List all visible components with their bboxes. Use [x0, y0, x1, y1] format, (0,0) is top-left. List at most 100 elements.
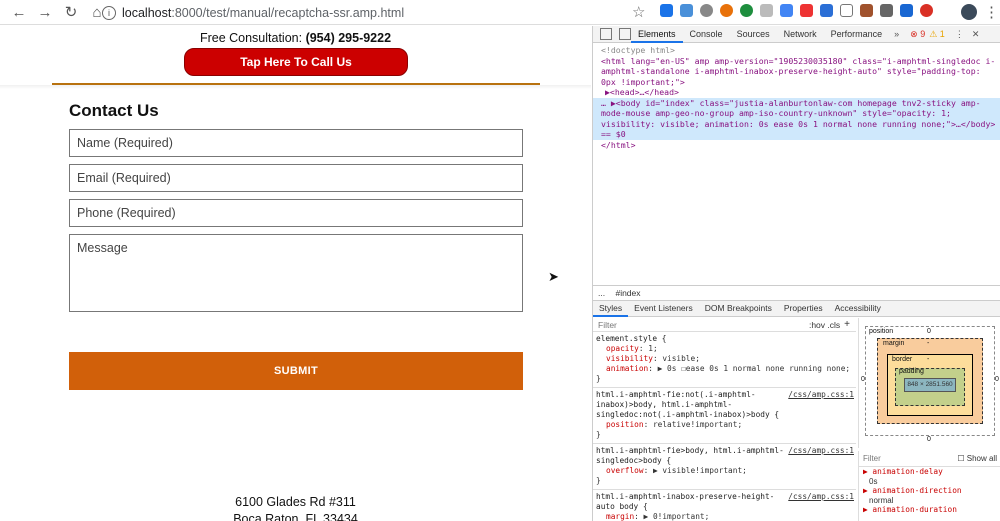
warning-count-value: 1	[939, 28, 945, 39]
computed-filter[interactable]: Filter ☐ Show all	[859, 451, 1000, 467]
extension-icon[interactable]	[920, 4, 933, 17]
extension-icon[interactable]	[700, 4, 713, 17]
style-rule[interactable]: /css/amp.css:1 html.i-amphtml-fie>body, h…	[593, 444, 856, 490]
back-arrow-icon[interactable]: ←	[8, 1, 30, 23]
rule-source-link[interactable]: /css/amp.css:1	[788, 446, 854, 456]
style-rule[interactable]: /css/amp.css:1 html.i-amphtml-fie:not(.i-…	[593, 388, 856, 444]
computed-filter-placeholder: Filter	[863, 454, 881, 463]
consultation-phone[interactable]: (954) 295-9222	[306, 31, 391, 45]
rule-property[interactable]: margin: ▶ 0!important;	[596, 512, 853, 521]
hov-cls-toggle[interactable]: :hov .cls	[809, 320, 840, 330]
box-margin-label: margin	[883, 340, 905, 347]
dom-html-close[interactable]: </html>	[593, 140, 1000, 151]
style-rule[interactable]: element.style {opacity: 1; visibility: vi…	[593, 332, 856, 388]
styles-filter-placeholder: Filter	[598, 319, 617, 330]
extension-icon[interactable]	[680, 4, 693, 17]
info-icon[interactable]: i	[102, 5, 116, 20]
show-all-checkbox[interactable]: ☐ Show all	[957, 451, 997, 467]
device-toggle-icon[interactable]	[619, 28, 631, 40]
extension-icon[interactable]	[820, 4, 833, 17]
inspect-icon[interactable]	[600, 28, 612, 40]
style-rule[interactable]: /css/amp.css:1 html.i-amphtml-inabox-pres…	[593, 490, 856, 521]
rule-close: }	[596, 476, 601, 485]
extension-icon[interactable]	[740, 4, 753, 17]
tab-styles[interactable]: Styles	[593, 300, 629, 317]
extension-icon[interactable]	[780, 4, 793, 17]
show-all-label: Show all	[966, 454, 997, 463]
rule-property[interactable]: animation: ▶ 0s ☐ease 0s 1 normal none r…	[596, 364, 853, 374]
address-line-2: Boca Raton, FL 33434	[233, 512, 358, 521]
tab-sources[interactable]: Sources	[730, 26, 777, 43]
extension-icon[interactable]	[760, 4, 773, 17]
error-count-value: 9	[920, 28, 926, 39]
tab-dom-breakpoints[interactable]: DOM Breakpoints	[699, 300, 778, 317]
browser-menu-icon[interactable]: ⋮	[984, 3, 999, 21]
computed-property[interactable]: ▶ animation-delay	[859, 467, 1000, 477]
address-bar[interactable]: i localhost:8000/test/manual/recaptcha-s…	[102, 3, 658, 22]
browser-toolbar: ← → ↻ ⌂ i localhost:8000/test/manual/rec…	[0, 0, 1000, 25]
extension-icon[interactable]	[720, 4, 733, 17]
box-border-label: border	[892, 356, 913, 363]
close-icon[interactable]: ✕	[972, 29, 980, 40]
profile-avatar[interactable]	[961, 4, 977, 20]
rule-source-link[interactable]: /css/amp.css:1	[788, 390, 854, 400]
box-border-top: -	[927, 356, 930, 363]
tab-event-listeners[interactable]: Event Listeners	[628, 300, 699, 317]
message-field[interactable]: Message	[69, 234, 523, 312]
consultation-line: Free Consultation: (954) 295-9222	[0, 31, 591, 45]
box-content[interactable]: 848 × 2851.560	[904, 378, 956, 392]
name-field[interactable]: Name (Required)	[69, 129, 523, 157]
rule-close: }	[596, 430, 601, 439]
dom-body-selected[interactable]: … ▶<body id="index" class="justia-alanbu…	[593, 97, 1000, 140]
warning-count[interactable]: ⚠ 1	[929, 29, 945, 40]
box-position-label: position	[869, 328, 894, 335]
tab-properties[interactable]: Properties	[778, 300, 829, 317]
styles-filter[interactable]: Filter :hov .cls +	[593, 318, 856, 332]
forward-arrow-icon[interactable]: →	[34, 1, 56, 23]
bookmark-star-icon[interactable]: ☆	[632, 3, 645, 21]
contact-title: Contact Us	[69, 101, 159, 120]
rule-property[interactable]: opacity: 1;	[596, 344, 853, 354]
computed-list: ▶ animation-delay 0s ▶ animation-direction…	[859, 467, 1000, 515]
tab-console[interactable]: Console	[683, 26, 730, 43]
extension-icon[interactable]	[660, 4, 673, 17]
phone-field[interactable]: Phone (Required)	[69, 199, 523, 227]
tab-network[interactable]: Network	[777, 26, 824, 43]
tab-elements[interactable]: Elements	[631, 26, 683, 43]
reload-icon[interactable]: ↻	[60, 1, 82, 23]
tab-performance[interactable]: Performance	[824, 26, 890, 43]
more-tabs-icon[interactable]: »	[889, 29, 904, 39]
submit-button[interactable]: SUBMIT	[69, 352, 523, 390]
devtools-tabbar: Elements Console Sources Network Perform…	[593, 26, 1000, 43]
call-button[interactable]: Tap Here To Call Us	[184, 48, 408, 76]
computed-pane: Filter ☐ Show all ▶ animation-delay 0s ▶ a…	[858, 451, 1000, 521]
error-count[interactable]: ⊗ 9	[910, 29, 925, 40]
extension-icon[interactable]	[860, 4, 873, 17]
new-rule-icon[interactable]: +	[844, 319, 850, 330]
breadcrumb-index[interactable]: #index	[615, 288, 640, 298]
rule-selector: element.style {	[596, 334, 667, 343]
extension-icon[interactable]	[900, 4, 913, 17]
extension-icon[interactable]	[880, 4, 893, 17]
devtools-menu-icon[interactable]: ⋮	[955, 29, 964, 40]
devtools-panel: Elements Console Sources Network Perform…	[592, 26, 1000, 521]
computed-property[interactable]: ▶ animation-direction	[859, 486, 1000, 496]
rule-property[interactable]: overflow: ▶ visible!important;	[596, 466, 853, 476]
url-path: :8000/test/manual/recaptcha-ssr.amp.html	[171, 5, 405, 20]
dom-head[interactable]: ▶<head>…</head>	[593, 87, 1000, 98]
extension-icon[interactable]	[800, 4, 813, 17]
rule-close: }	[596, 374, 601, 383]
email-field[interactable]: Email (Required)	[69, 164, 523, 192]
computed-property[interactable]: ▶ animation-duration	[859, 505, 1000, 515]
tab-accessibility[interactable]: Accessibility	[829, 300, 887, 317]
box-model: position 0 margin - border - padding 848…	[858, 318, 1000, 448]
extension-icon[interactable]	[840, 4, 853, 17]
dom-doctype[interactable]: <!doctype html>	[593, 45, 1000, 56]
computed-value: normal	[869, 496, 894, 505]
dom-html-open[interactable]: <html lang="en-US" amp amp-version="1905…	[593, 56, 1000, 88]
rule-property[interactable]: visibility: visible;	[596, 354, 853, 364]
box-position-right: 0	[995, 376, 999, 383]
breadcrumb-more[interactable]: ...	[598, 288, 605, 298]
rule-source-link[interactable]: /css/amp.css:1	[788, 492, 854, 502]
rule-property[interactable]: position: relative!important;	[596, 420, 853, 430]
